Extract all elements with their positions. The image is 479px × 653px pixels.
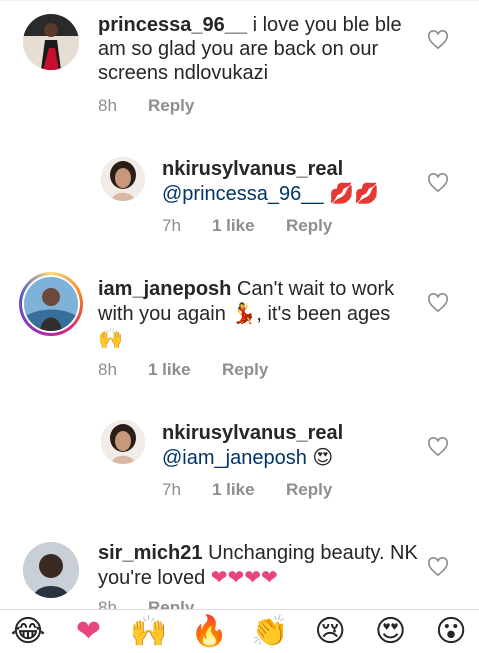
comment-username[interactable]: iam_janeposh <box>98 278 231 300</box>
mention-link[interactable]: @princessa_96__ <box>162 183 324 205</box>
emoji-reaction-bar: 😂 ❤ 🙌 🔥 👏 😢 😍 😮 <box>0 609 479 653</box>
mention-link[interactable]: @iam_janeposh <box>162 447 307 469</box>
comment-text: nkirusylvanus_real @princessa_96__ 💋💋 <box>162 157 412 206</box>
comment-username[interactable]: nkirusylvanus_real <box>162 157 412 181</box>
like-heart-icon[interactable] <box>427 437 449 457</box>
crying-emoji-button[interactable]: 😢 <box>308 614 352 650</box>
reply-button[interactable]: Reply <box>286 216 332 236</box>
comment-time: 8h <box>98 96 117 115</box>
raised-hands-emoji: 🙌 <box>98 326 123 350</box>
comment-username[interactable]: nkirusylvanus_real <box>162 421 412 445</box>
avatar[interactable] <box>101 420 145 464</box>
avatar <box>24 277 78 331</box>
like-count[interactable]: 1 like <box>148 360 222 380</box>
comment-meta: 7h 1 like Reply <box>162 480 332 500</box>
like-heart-icon[interactable] <box>427 557 449 577</box>
surprised-emoji-button[interactable]: 😮 <box>429 614 473 650</box>
like-heart-icon[interactable] <box>427 173 449 193</box>
avatar[interactable] <box>23 14 79 70</box>
profile-photo-icon <box>23 542 79 598</box>
comment-time: 7h <box>162 480 181 499</box>
like-count[interactable]: 1 like <box>212 480 286 500</box>
comment-username[interactable]: sir_mich21 <box>98 542 203 564</box>
comment-text: nkirusylvanus_real @iam_janeposh 😍 <box>162 421 412 470</box>
comment-meta: 8h Reply <box>98 96 194 116</box>
comment-text: princessa_96__ i love you ble ble am so … <box>98 13 418 85</box>
profile-photo-icon <box>101 420 145 464</box>
tears-of-joy-emoji-button[interactable]: 😂 <box>6 614 50 650</box>
comment-text: sir_mich21 Unchanging beauty. NK you're … <box>98 541 418 590</box>
comment-time: 7h <box>162 216 181 235</box>
dancer-emoji: 💃 <box>231 301 257 325</box>
clapping-emoji-button[interactable]: 👏 <box>248 614 292 650</box>
like-heart-icon[interactable] <box>427 30 449 50</box>
profile-photo-icon <box>101 157 145 201</box>
comment-text: iam_janeposh Can't wait to work with you… <box>98 277 418 351</box>
comment-meta: 7h 1 like Reply <box>162 216 332 236</box>
like-heart-icon[interactable] <box>427 293 449 313</box>
profile-photo-icon <box>24 277 78 331</box>
profile-photo-icon <box>23 14 79 70</box>
avatar[interactable] <box>101 157 145 201</box>
hearts-emoji: ❤❤❤❤ <box>210 565 278 589</box>
like-count[interactable]: 1 like <box>212 216 286 236</box>
raised-hands-emoji-button[interactable]: 🙌 <box>127 614 171 650</box>
comment-username[interactable]: princessa_96__ <box>98 14 247 36</box>
reply-button[interactable]: Reply <box>222 360 268 380</box>
comment-meta: 8h 1 like Reply <box>98 360 268 380</box>
reply-button[interactable]: Reply <box>148 96 194 116</box>
comment-time: 8h <box>98 360 117 379</box>
avatar[interactable] <box>23 542 79 598</box>
fire-emoji-button[interactable]: 🔥 <box>187 614 231 650</box>
reply-button[interactable]: Reply <box>286 480 332 500</box>
heart-emoji-button[interactable]: ❤ <box>66 614 110 650</box>
story-ring[interactable] <box>19 272 83 336</box>
heart-eyes-emoji-button[interactable]: 😍 <box>369 614 413 650</box>
heart-eyes-emoji: 😍 <box>312 445 334 469</box>
comment-body-cont: , it's been ages <box>256 303 391 325</box>
top-edge <box>0 0 479 6</box>
kiss-emoji: 💋💋 <box>329 181 379 205</box>
